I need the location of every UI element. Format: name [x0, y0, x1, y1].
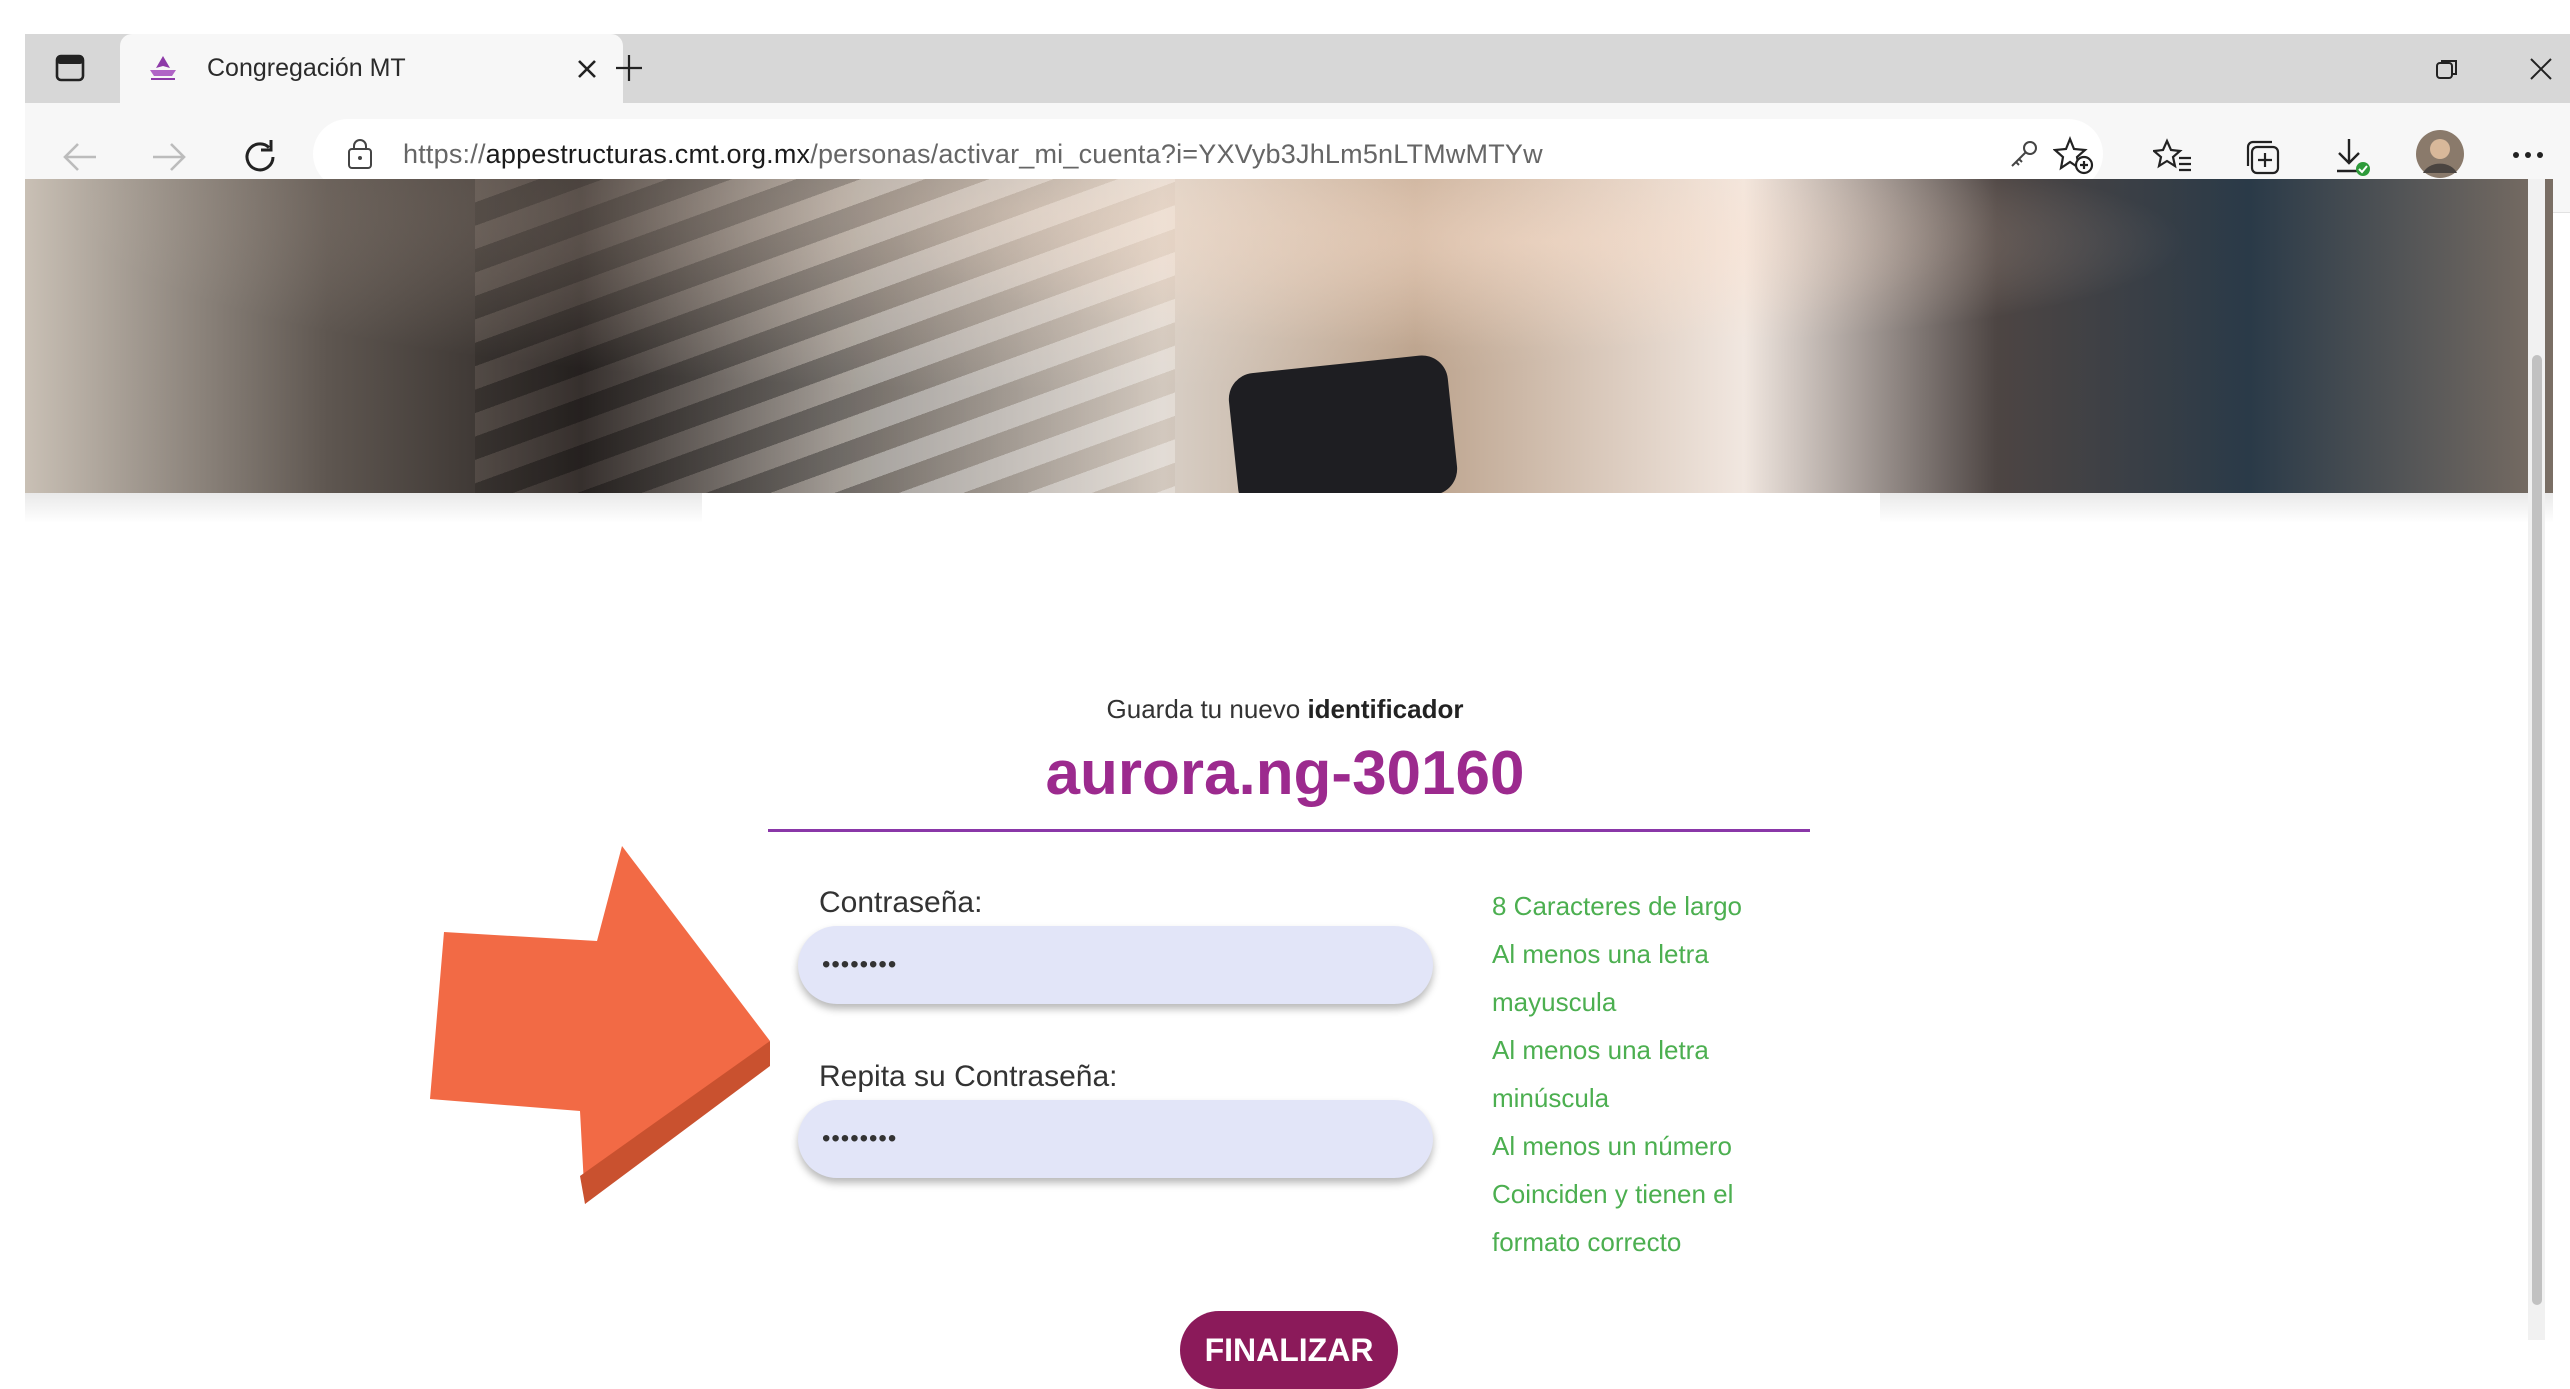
tab-actions-icon[interactable] — [55, 54, 85, 82]
favicon — [146, 54, 180, 82]
tab-bar: Congregación MT — [25, 34, 2570, 103]
tab-congregacion[interactable]: Congregación MT — [120, 34, 623, 103]
new-tab-icon[interactable] — [613, 52, 645, 84]
repeat-password-label: Repita su Contraseña: — [819, 1060, 1118, 1093]
password-field[interactable] — [798, 926, 1433, 1004]
forward-icon[interactable] — [149, 140, 189, 174]
tab-close-icon[interactable] — [576, 58, 598, 80]
key-icon[interactable] — [2008, 138, 2040, 170]
downloads-icon[interactable] — [2333, 136, 2373, 178]
add-favorite-icon[interactable] — [2053, 136, 2095, 176]
hero-image — [25, 179, 2553, 493]
annotation-arrow-icon — [425, 846, 775, 1211]
profile-avatar[interactable] — [2415, 129, 2465, 179]
page-scrollbar-thumb[interactable] — [2532, 355, 2542, 1305]
rule-number: Al menos un número — [1492, 1131, 1732, 1161]
card-top — [702, 493, 1880, 533]
rule-length: 8 Caracteres de largo — [1492, 891, 1743, 921]
restore-window-icon[interactable] — [2435, 58, 2459, 80]
password-label: Contraseña: — [819, 886, 983, 919]
back-icon[interactable] — [60, 140, 100, 174]
rule-match: Coinciden y tienen el formato correcto — [1492, 1179, 1734, 1257]
user-identifier: aurora.ng-30160 — [1045, 739, 1525, 808]
hero-phone — [1226, 352, 1460, 493]
favorites-icon[interactable] — [2153, 138, 2193, 174]
rule-uppercase: Al menos una letra mayuscula — [1492, 939, 1709, 1017]
rule-lowercase: Al menos una letra minúscula — [1492, 1035, 1709, 1113]
identifier-divider — [768, 829, 1810, 832]
password-rules: 8 Caracteres de largo Al menos una letra… — [1492, 882, 1812, 1266]
site-info-icon[interactable] — [345, 139, 375, 171]
collections-icon[interactable] — [2243, 138, 2283, 176]
close-window-icon[interactable] — [2528, 56, 2554, 82]
repeat-password-field[interactable] — [798, 1100, 1433, 1178]
more-options-icon[interactable] — [2512, 151, 2544, 159]
identifier-caption: Guarda tu nuevo identificador — [1106, 694, 1464, 724]
finalizar-button[interactable]: FINALIZAR — [1180, 1311, 1398, 1389]
tab-title: Congregación MT — [207, 54, 406, 82]
refresh-icon[interactable] — [240, 137, 280, 177]
